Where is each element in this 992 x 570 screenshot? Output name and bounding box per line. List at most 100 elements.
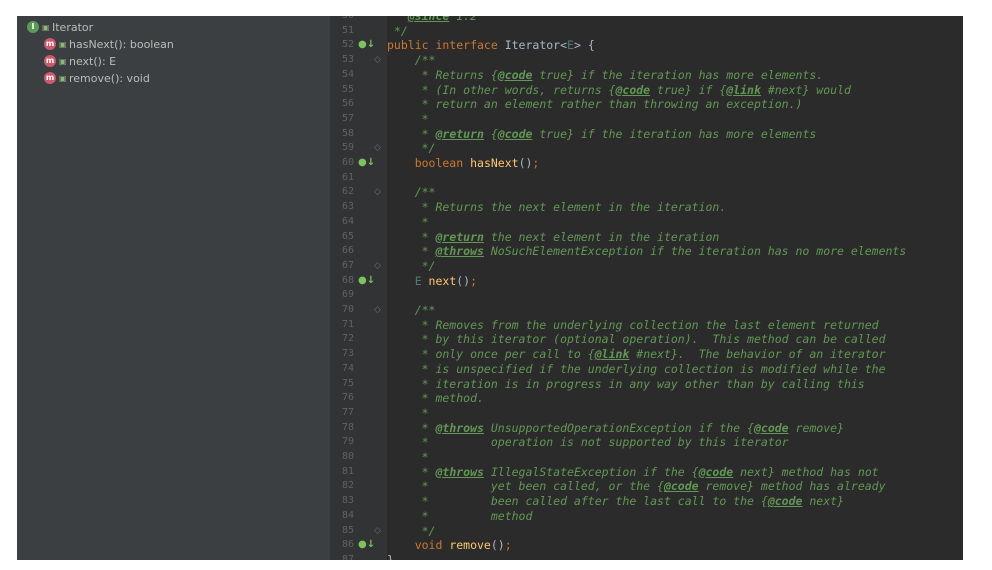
code-line: E next();	[387, 274, 477, 289]
code-line: * operation is not supported by this ite…	[387, 435, 789, 450]
code-token: @return	[435, 126, 484, 141]
code-token: * only once per call to {	[387, 347, 595, 362]
code-token: * Returns the next element in the iterat…	[387, 200, 727, 215]
code-line: * @throws IllegalStateException if the {…	[387, 465, 879, 480]
code-token: * method	[387, 508, 533, 523]
code-token: * yet been called, or the {	[387, 479, 664, 494]
fold-toggle-icon[interactable]: ◇	[374, 524, 382, 539]
code-token: *	[387, 420, 436, 435]
tree-item-interface[interactable]: I ▣ Iterator	[27, 19, 93, 35]
code-token: @link	[726, 82, 761, 97]
code-token: * been called after the last call to the…	[387, 494, 768, 509]
line-number: 62	[341, 186, 354, 198]
code-token: @code	[698, 464, 734, 479]
code-token: ()	[456, 273, 471, 288]
tree-item-label: Iterator	[52, 20, 94, 34]
implemented-marker-icon[interactable]: ●↓	[358, 156, 375, 171]
editor-gutter: 5051 52 ●↓ 53 ◇ 54 55 56 57 58 59 ◇ 60 ●↓ 61 62 ◇ 63 64 65 6…	[330, 16, 387, 560]
code-line: * @return the next element in the iterat…	[387, 229, 720, 245]
code-line: boolean hasNext();	[387, 156, 540, 171]
code-token: ()	[518, 156, 533, 170]
line-number: 55	[341, 83, 354, 95]
line-number: 76	[341, 392, 354, 404]
code-token: @code	[753, 420, 789, 435]
code-line: * by this iterator (optional operation).…	[387, 332, 886, 347]
code-line: public interface Iterator<E> {	[387, 38, 595, 53]
line-number: 78	[341, 421, 354, 433]
code-token: remove} method has already	[698, 479, 886, 494]
code-line: * Returns {@code true} if the iteration …	[387, 67, 824, 83]
code-line: * yet been called, or the {@code remove}…	[387, 479, 886, 494]
line-number: 82	[341, 480, 354, 492]
code-token: boolean	[387, 156, 471, 170]
code-token: *	[387, 229, 436, 244]
code-token: * Returns {	[387, 67, 498, 82]
code-token: */	[387, 523, 436, 538]
code-token: * method.	[387, 391, 484, 406]
code-token: @link	[594, 347, 630, 362]
implemented-marker-icon[interactable]: ●↓	[358, 38, 375, 53]
line-number: 83	[341, 495, 354, 507]
public-access-icon: ▣	[59, 56, 67, 66]
fold-toggle-icon[interactable]: ◇	[374, 185, 382, 200]
line-number: 67	[341, 259, 354, 271]
code-token: @throws	[435, 464, 484, 479]
code-line: @since 1.2	[387, 16, 477, 24]
fold-toggle-icon[interactable]: ◇	[374, 303, 382, 318]
code-token: #next}. The behavior of an iterator	[629, 347, 886, 362]
line-number: 68	[341, 274, 354, 286]
line-number: 58	[341, 127, 354, 139]
line-number: 64	[341, 215, 354, 227]
code-token: *	[387, 126, 436, 141]
code-token: }	[387, 552, 394, 560]
public-access-icon: ▣	[59, 73, 67, 83]
code-line: * @throws NoSuchElementException if the …	[387, 244, 907, 259]
implemented-marker-icon[interactable]: ●↓	[358, 538, 375, 553]
code-token: true} if {	[650, 82, 727, 97]
fold-toggle-icon[interactable]: ◇	[374, 53, 382, 68]
line-number: 51	[341, 24, 354, 36]
code-token: IllegalStateException if the {	[483, 464, 699, 479]
code-token: next} method has not	[733, 464, 879, 479]
line-number: 84	[341, 509, 354, 521]
code-token: *	[387, 244, 436, 259]
code-token: * is unspecified if the underlying colle…	[387, 361, 886, 376]
code-token: /**	[387, 53, 436, 68]
code-token: @code	[767, 494, 803, 509]
tree-item-method[interactable]: m ▣ remove(): void	[44, 70, 150, 86]
code-token: ;	[470, 273, 478, 288]
line-number: 56	[341, 98, 354, 110]
method-icon: m	[44, 72, 56, 84]
line-number: 59	[341, 142, 354, 154]
code-token: UnsupportedOperationException if the {	[483, 420, 754, 435]
code-token: */	[387, 23, 408, 38]
code-token: *	[387, 111, 429, 126]
code-token: @return	[435, 229, 484, 244]
method-icon: m	[44, 38, 56, 50]
line-number: 87	[341, 553, 354, 560]
code-line: * been called after the last call to the…	[387, 494, 844, 509]
tree-item-method[interactable]: m ▣ next(): E	[44, 53, 116, 69]
line-number: 69	[341, 289, 354, 301]
code-token: @since	[407, 16, 450, 23]
code-line: *	[387, 450, 429, 465]
line-number: 70	[341, 304, 354, 315]
code-token: hasNext	[470, 156, 519, 170]
interface-icon: I	[27, 21, 39, 33]
line-number: 60	[341, 157, 354, 168]
code-line: * method	[387, 508, 533, 524]
fold-toggle-icon[interactable]: ◇	[374, 141, 382, 156]
structure-panel: I ▣ Iterator m ▣ hasNext(): boolean m ▣ next(): …	[17, 16, 330, 560]
line-number: 63	[341, 201, 354, 213]
code-line: /**	[387, 303, 436, 318]
code-token: * (In other words, returns {	[387, 82, 616, 97]
line-number: 66	[341, 245, 354, 257]
code-token: @code	[615, 82, 651, 97]
code-token: */	[387, 258, 436, 273]
code-editor[interactable]: 5051 52 ●↓ 53 ◇ 54 55 56 57 58 59 ◇ 60 ●↓ 61 62 ◇ 63 64 65 6…	[330, 16, 963, 560]
line-number: 72	[341, 333, 354, 345]
tree-item-label: next(): E	[69, 54, 117, 68]
implemented-marker-icon[interactable]: ●↓	[358, 274, 375, 289]
fold-toggle-icon[interactable]: ◇	[374, 259, 382, 274]
tree-item-method[interactable]: m ▣ hasNext(): boolean	[44, 36, 174, 52]
